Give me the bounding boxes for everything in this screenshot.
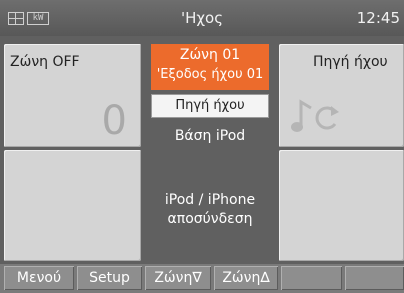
zone-off-label: Ζώνη OFF [10,54,80,70]
disconnect-line-1: iPod / iPhone [164,192,256,208]
setup-button[interactable]: Setup [77,266,142,290]
bottom-bar: Μενού Setup Ζώνη∇ Ζώνη∆ [0,264,404,293]
menu-button[interactable]: Μενού [4,266,74,290]
zone-off-tile[interactable]: Ζώνη OFF 0 [4,44,141,147]
zone-selector[interactable]: Ζώνη 01 'Εξοδος ήχου 01 [151,44,269,90]
clock: 12:45 [356,9,400,27]
page-title: 'Ηχος [180,9,224,27]
zone-output: 'Εξοδος ήχου 01 [156,67,264,82]
audio-source-tile[interactable]: Πηγή ήχου [279,44,404,147]
left-empty-tile[interactable] [4,150,141,261]
ipod-disconnect-button[interactable]: iPod / iPhone αποσύνδεση [147,189,273,237]
kw-logo: kW [27,12,49,25]
volume-level: 0 [101,98,127,144]
top-bar: kW 'Ηχος 12:45 [0,0,404,36]
audio-source-label: Πηγή ήχου [313,54,388,70]
zone-panel: Ζώνη 01 'Εξοδος ήχου 01 Πηγή ήχου Βάση i… [147,44,273,262]
blank-button-1[interactable] [281,266,342,290]
disconnect-line-2: αποσύνδεση [167,211,253,227]
right-empty-tile[interactable] [279,150,404,261]
grid-icon [8,12,24,25]
zone-up-button[interactable]: Ζώνη∆ [214,266,278,290]
ipod-dock-label: Βάση iPod [174,128,246,144]
audio-source-button[interactable]: Πηγή ήχου [151,94,269,118]
zone-down-button[interactable]: Ζώνη∇ [145,266,211,290]
blank-button-2[interactable] [345,266,404,290]
music-repeat-icon [291,99,339,132]
zone-name: Ζώνη 01 [179,47,241,63]
